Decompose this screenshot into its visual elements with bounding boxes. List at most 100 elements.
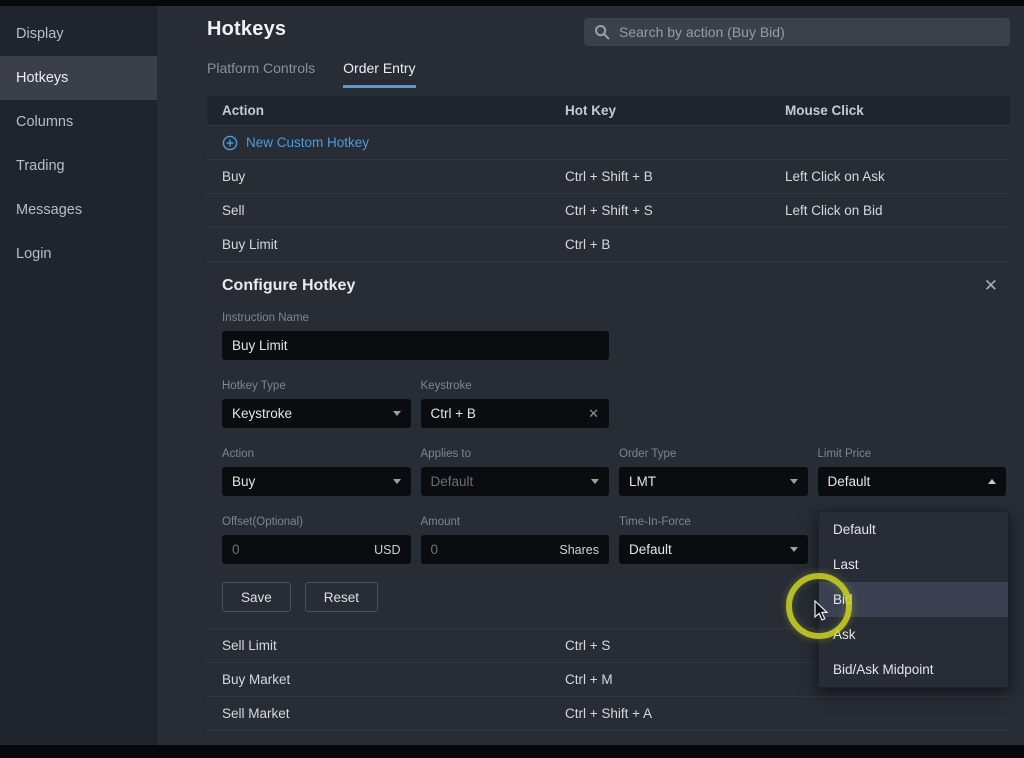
- table-row[interactable]: Sell Market Ctrl + Shift + A: [207, 697, 1010, 731]
- chevron-down-icon: [393, 479, 401, 484]
- chevron-down-icon: [591, 479, 599, 484]
- configure-panel-title: Configure Hotkey: [222, 277, 355, 295]
- hotkey-type-select[interactable]: Keystroke: [222, 399, 411, 428]
- keystroke-label: Keystroke: [421, 380, 610, 392]
- instruction-name-field: Instruction Name: [222, 312, 609, 360]
- instruction-name-label: Instruction Name: [222, 312, 609, 324]
- tab-order-entry[interactable]: Order Entry: [343, 60, 415, 88]
- sidebar: Display Hotkeys Columns Trading Messages…: [0, 6, 157, 745]
- limit-price-select[interactable]: Default: [818, 467, 1007, 496]
- cell-action: Buy Limit: [207, 237, 565, 252]
- tab-platform-controls[interactable]: Platform Controls: [207, 60, 315, 88]
- new-custom-hotkey-button[interactable]: New Custom Hotkey: [207, 126, 1010, 160]
- cell-mouse-click: Left Click on Ask: [785, 169, 1010, 184]
- time-in-force-select[interactable]: Default: [619, 535, 808, 564]
- keystroke-input[interactable]: Ctrl + B ✕: [421, 399, 610, 428]
- chevron-up-icon: [988, 479, 996, 484]
- applies-to-value: Default: [431, 474, 474, 489]
- amount-label: Amount: [421, 516, 610, 528]
- plus-circle-icon: [222, 135, 238, 151]
- table-header-row: Action Hot Key Mouse Click: [207, 96, 1010, 126]
- order-type-value: LMT: [629, 474, 656, 489]
- sidebar-item-label: Trading: [16, 158, 65, 174]
- sidebar-item-display[interactable]: Display: [0, 12, 157, 56]
- limit-price-value: Default: [828, 474, 871, 489]
- app-window: Display Hotkeys Columns Trading Messages…: [0, 0, 1024, 758]
- dropdown-option-bid[interactable]: Bid: [819, 582, 1008, 617]
- sidebar-item-columns[interactable]: Columns: [0, 100, 157, 144]
- cell-hotkey: Ctrl + Shift + B: [565, 169, 785, 184]
- dropdown-option-default[interactable]: Default: [819, 512, 1008, 547]
- sidebar-item-hotkeys[interactable]: Hotkeys: [0, 56, 157, 100]
- limit-price-dropdown-menu: Default Last Bid Ask Bid/Ask Midpoint: [818, 511, 1009, 688]
- keystroke-field: Keystroke Ctrl + B ✕: [421, 380, 610, 428]
- search-input[interactable]: [619, 24, 1000, 40]
- cell-mouse-click: Left Click on Bid: [785, 203, 1010, 218]
- tab-bar: Platform Controls Order Entry: [207, 60, 1010, 88]
- action-field: Action Buy: [222, 448, 411, 496]
- action-select[interactable]: Buy: [222, 467, 411, 496]
- reset-button[interactable]: Reset: [305, 582, 378, 612]
- hotkey-type-field: Hotkey Type Keystroke: [222, 380, 411, 428]
- instruction-name-input[interactable]: [232, 338, 599, 353]
- cell-hotkey: Ctrl + Shift + S: [565, 203, 785, 218]
- applies-to-select[interactable]: Default: [421, 467, 610, 496]
- cell-action: Buy: [207, 169, 565, 184]
- cell-hotkey: Ctrl + S: [565, 638, 785, 653]
- applies-to-label: Applies to: [421, 448, 610, 460]
- column-header-hotkey: Hot Key: [565, 103, 785, 118]
- dropdown-option-last[interactable]: Last: [819, 547, 1008, 582]
- cell-hotkey: Ctrl + M: [565, 672, 785, 687]
- amount-placeholder: 0: [431, 542, 439, 557]
- sidebar-item-trading[interactable]: Trading: [0, 144, 157, 188]
- cell-action: Sell Market: [207, 706, 565, 721]
- order-type-label: Order Type: [619, 448, 808, 460]
- table-row[interactable]: Buy Limit Ctrl + B: [207, 228, 1010, 262]
- action-label: Action: [222, 448, 411, 460]
- sidebar-item-label: Login: [16, 246, 51, 262]
- cell-action: Buy Market: [207, 672, 565, 687]
- table-row[interactable]: Sell Ctrl + Shift + S Left Click on Bid: [207, 194, 1010, 228]
- time-in-force-value: Default: [629, 542, 672, 557]
- table-row[interactable]: Buy Ctrl + Shift + B Left Click on Ask: [207, 160, 1010, 194]
- page-header: Hotkeys: [207, 18, 1010, 50]
- time-in-force-label: Time-In-Force: [619, 516, 808, 528]
- cell-action: Sell Limit: [207, 638, 565, 653]
- offset-input[interactable]: 0 USD: [222, 535, 411, 564]
- offset-placeholder: 0: [232, 542, 240, 557]
- offset-field: Offset(Optional) 0 USD: [222, 516, 411, 564]
- limit-price-label: Limit Price: [818, 448, 1007, 460]
- amount-field: Amount 0 Shares: [421, 516, 610, 564]
- amount-input[interactable]: 0 Shares: [421, 535, 610, 564]
- dropdown-option-bid-ask-midpoint[interactable]: Bid/Ask Midpoint: [819, 652, 1008, 687]
- search-box[interactable]: [584, 18, 1010, 46]
- sidebar-item-messages[interactable]: Messages: [0, 188, 157, 232]
- chevron-down-icon: [790, 479, 798, 484]
- offset-label: Offset(Optional): [222, 516, 411, 528]
- sidebar-item-login[interactable]: Login: [0, 232, 157, 276]
- chevron-down-icon: [790, 547, 798, 552]
- clear-icon[interactable]: ✕: [580, 406, 599, 422]
- cell-action: Sell: [207, 203, 565, 218]
- sidebar-item-label: Messages: [16, 202, 82, 218]
- close-icon[interactable]: ✕: [976, 276, 1006, 296]
- dropdown-option-ask[interactable]: Ask: [819, 617, 1008, 652]
- column-header-mouse-click: Mouse Click: [785, 103, 1010, 118]
- column-header-action: Action: [207, 103, 565, 118]
- sidebar-item-label: Columns: [16, 114, 73, 130]
- hotkey-type-value: Keystroke: [232, 406, 292, 421]
- sidebar-item-label: Hotkeys: [16, 70, 68, 86]
- hotkey-type-label: Hotkey Type: [222, 380, 411, 392]
- action-value: Buy: [232, 474, 255, 489]
- amount-suffix: Shares: [559, 543, 599, 557]
- page-title: Hotkeys: [207, 18, 286, 41]
- chevron-down-icon: [393, 411, 401, 416]
- save-button[interactable]: Save: [222, 582, 291, 612]
- cell-hotkey: Ctrl + B: [565, 237, 785, 252]
- order-type-field: Order Type LMT: [619, 448, 808, 496]
- keystroke-value: Ctrl + B: [431, 406, 476, 421]
- applies-to-field: Applies to Default: [421, 448, 610, 496]
- limit-price-field: Limit Price Default: [818, 448, 1007, 496]
- order-type-select[interactable]: LMT: [619, 467, 808, 496]
- search-icon: [594, 24, 610, 40]
